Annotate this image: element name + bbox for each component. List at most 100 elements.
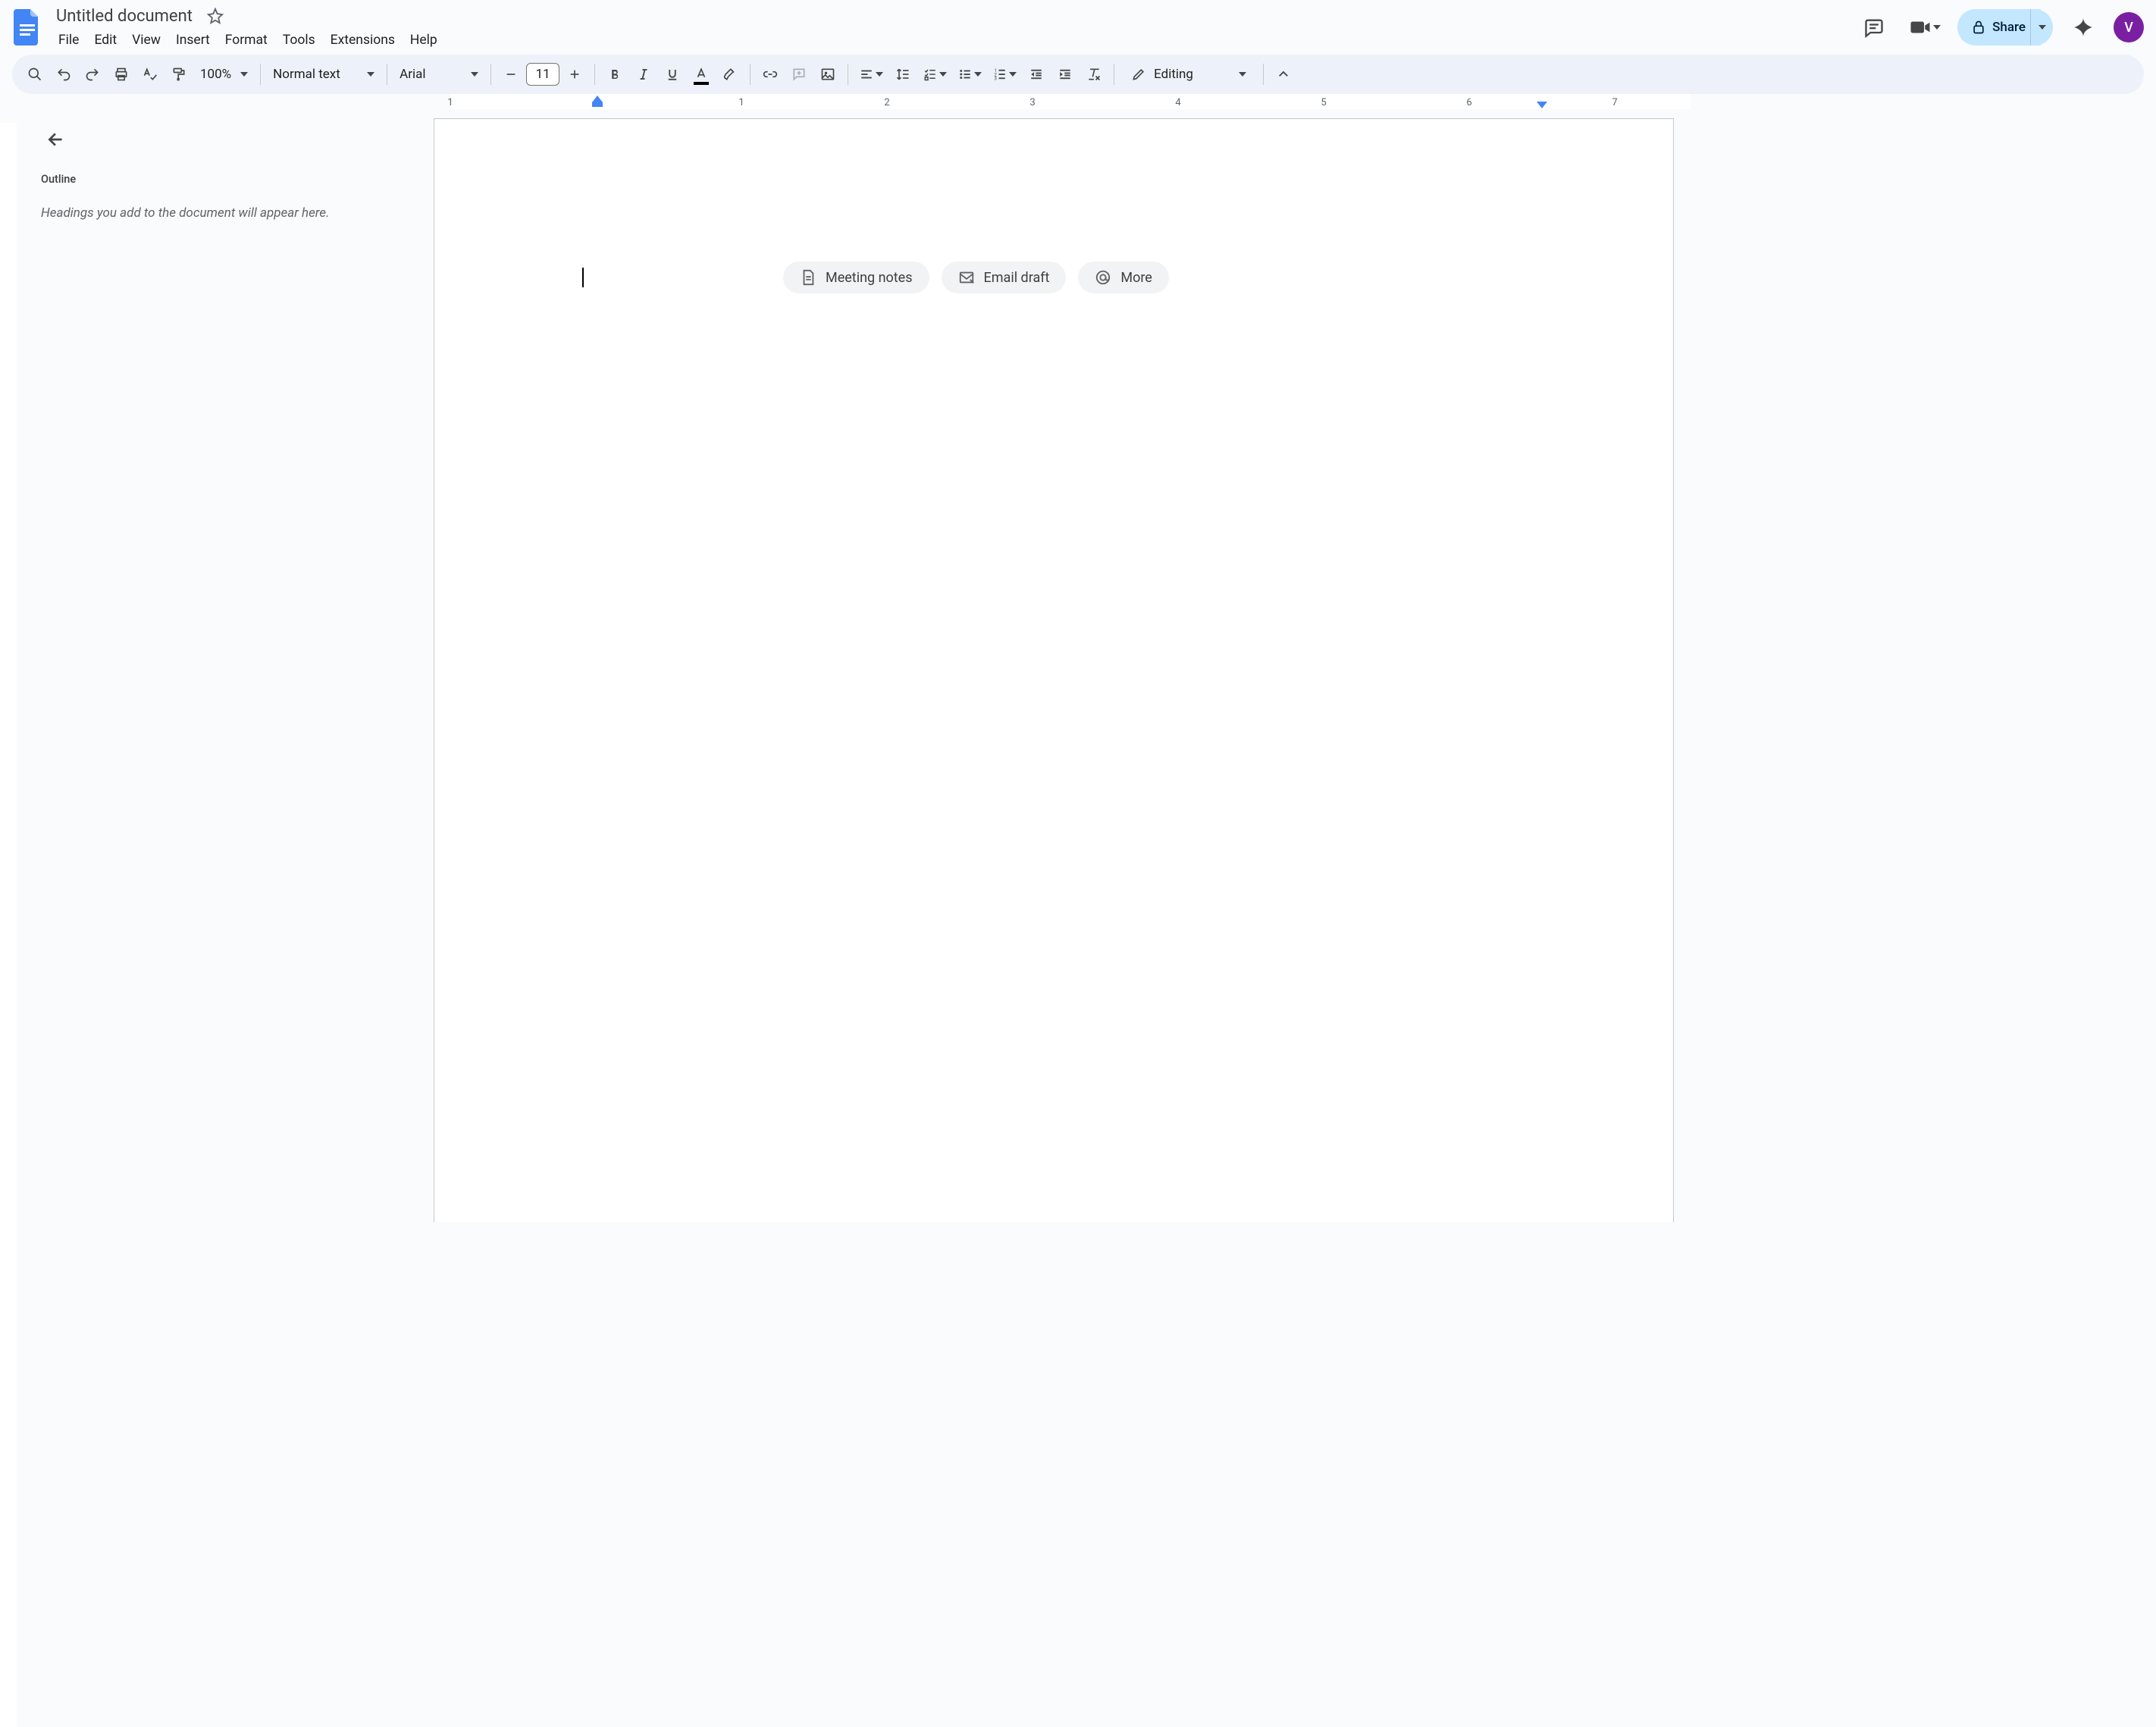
comment-icon: [1863, 17, 1885, 38]
email-icon: [958, 269, 975, 286]
zoom-dropdown[interactable]: 100%: [194, 67, 254, 82]
star-button[interactable]: [203, 4, 227, 28]
docs-icon: [14, 9, 41, 45]
italic-icon: [637, 67, 650, 81]
comment-history-button[interactable]: [1856, 9, 1892, 45]
decrease-font-size-button[interactable]: [497, 61, 525, 88]
editing-mode-dropdown[interactable]: Editing: [1120, 61, 1257, 88]
menu-tools[interactable]: Tools: [276, 30, 322, 51]
clear-formatting-button[interactable]: [1080, 61, 1108, 88]
menu-format[interactable]: Format: [218, 30, 274, 51]
paragraph-style-dropdown[interactable]: Normal text: [267, 67, 381, 82]
ruler-page-area: [450, 94, 1691, 109]
chip-email-draft[interactable]: Email draft: [942, 262, 1067, 293]
account-avatar[interactable]: V: [2114, 12, 2144, 42]
insert-image-button[interactable]: [814, 61, 841, 88]
chevron-up-icon: [1277, 67, 1290, 81]
search-menus-button[interactable]: [21, 61, 49, 88]
decrease-indent-button[interactable]: [1023, 61, 1050, 88]
ruler-number: 1: [738, 97, 744, 108]
bulleted-list-icon: [958, 67, 972, 81]
first-line-indent-marker[interactable]: [592, 96, 603, 102]
sparkle-icon: [2073, 17, 2094, 38]
paragraph-style-value: Normal text: [273, 67, 340, 82]
document-page[interactable]: Meeting notes Email draft More: [434, 118, 1674, 1222]
numbered-list-dropdown[interactable]: 123: [988, 61, 1021, 88]
document-icon: [800, 269, 816, 286]
undo-button[interactable]: [50, 61, 77, 88]
font-family-dropdown[interactable]: Arial: [393, 67, 484, 82]
link-icon: [763, 67, 778, 82]
menu-edit[interactable]: Edit: [87, 30, 124, 51]
chip-label: Meeting notes: [826, 270, 913, 286]
underline-button[interactable]: [659, 61, 686, 88]
bold-icon: [608, 67, 622, 81]
menubar: File Edit View Insert Format Tools Exten…: [52, 30, 444, 51]
bold-button[interactable]: [601, 61, 628, 88]
font-size-input[interactable]: 11: [526, 63, 559, 86]
ruler-number: 5: [1321, 97, 1326, 108]
align-dropdown[interactable]: [854, 61, 888, 88]
add-comment-button[interactable]: [785, 61, 813, 88]
share-dropdown[interactable]: [2030, 9, 2053, 45]
checklist-icon: [923, 67, 937, 81]
right-indent-marker[interactable]: [1537, 102, 1547, 108]
redo-button[interactable]: [79, 61, 106, 88]
menu-help[interactable]: Help: [403, 30, 444, 51]
gemini-button[interactable]: [2065, 9, 2101, 45]
main-area: Outline Headings you add to the document…: [0, 109, 2156, 1222]
chevron-down-icon: [939, 72, 947, 77]
add-comment-icon: [791, 67, 807, 82]
align-left-icon: [860, 67, 873, 81]
redo-icon: [85, 67, 100, 82]
separator: [594, 64, 595, 85]
chevron-down-icon: [2038, 25, 2046, 30]
bulleted-list-dropdown[interactable]: [953, 61, 986, 88]
line-spacing-button[interactable]: [889, 61, 917, 88]
outline-empty-text: Headings you add to the document will ap…: [41, 204, 390, 224]
chip-more[interactable]: More: [1078, 262, 1168, 293]
checklist-dropdown[interactable]: [918, 61, 951, 88]
increase-font-size-button[interactable]: [561, 61, 588, 88]
menu-file[interactable]: File: [52, 30, 86, 51]
increase-indent-button[interactable]: [1051, 61, 1079, 88]
svg-text:3: 3: [994, 77, 996, 82]
share-button[interactable]: Share: [1957, 9, 2041, 45]
at-sign-icon: [1095, 269, 1111, 286]
document-area: Meeting notes Email draft More: [434, 109, 2156, 1222]
left-indent-marker[interactable]: [592, 102, 603, 107]
chevron-down-icon: [367, 72, 374, 77]
meet-button[interactable]: [1904, 16, 1945, 39]
share-label: Share: [1992, 20, 2026, 35]
toolbar: 100% Normal text Arial 11: [12, 55, 2144, 94]
outline-title: Outline: [41, 173, 411, 186]
ruler-number: 2: [884, 97, 889, 108]
spellcheck-button[interactable]: [136, 61, 164, 88]
editing-mode-label: Editing: [1154, 67, 1193, 82]
font-family-value: Arial: [400, 67, 425, 82]
text-color-button[interactable]: [688, 61, 715, 88]
menu-insert[interactable]: Insert: [169, 30, 217, 51]
document-title[interactable]: Untitled document: [52, 5, 197, 27]
chip-meeting-notes[interactable]: Meeting notes: [783, 262, 929, 293]
insert-link-button[interactable]: [757, 61, 784, 88]
paint-format-button[interactable]: [165, 61, 193, 88]
print-button[interactable]: [108, 61, 135, 88]
horizontal-ruler[interactable]: 1 1 2 3 4 5 6 7: [17, 94, 2156, 109]
vertical-ruler[interactable]: [0, 114, 17, 1227]
italic-button[interactable]: [630, 61, 657, 88]
header-bar: Untitled document File Edit View Insert …: [0, 0, 2156, 49]
docs-logo[interactable]: [12, 7, 42, 48]
menu-view[interactable]: View: [125, 30, 168, 51]
close-outline-button[interactable]: [41, 124, 71, 155]
collapse-toolbar-button[interactable]: [1270, 61, 1297, 88]
separator: [490, 64, 491, 85]
menu-extensions[interactable]: Extensions: [324, 30, 402, 51]
title-area: Untitled document File Edit View Insert …: [52, 4, 444, 51]
ruler-number: 4: [1175, 97, 1180, 108]
chevron-down-icon: [974, 72, 982, 77]
underline-icon: [666, 67, 679, 81]
highlight-color-button[interactable]: [716, 61, 744, 88]
ruler-number: 3: [1029, 97, 1035, 108]
chevron-down-icon: [876, 72, 883, 77]
